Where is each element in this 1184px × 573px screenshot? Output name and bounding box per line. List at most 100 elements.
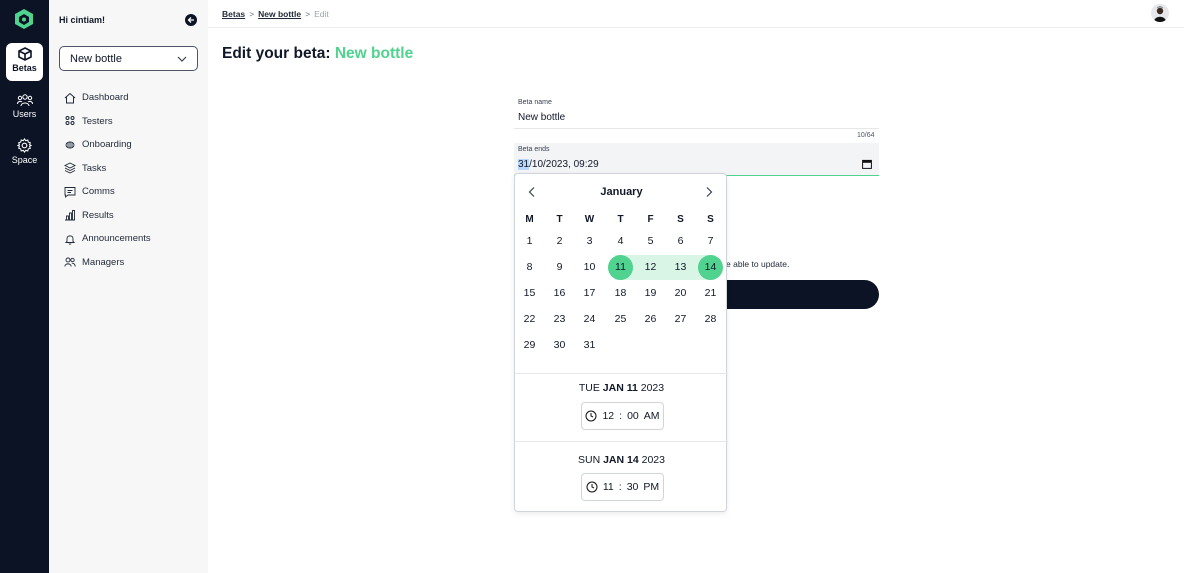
calendar-day[interactable]: 30	[547, 333, 572, 358]
sidebar-item-tasks[interactable]: Tasks	[64, 157, 204, 181]
calendar-day[interactable]: 7	[698, 229, 723, 254]
calendar-day[interactable]: 4	[608, 229, 633, 254]
calendar-day[interactable]: 6	[668, 229, 693, 254]
sidebar-item-label: Onboarding	[82, 139, 132, 151]
rail-item-label: Betas	[12, 63, 37, 73]
sidebar-item-announcements[interactable]: Announcements	[64, 227, 204, 251]
start-weekday: TUE	[578, 382, 600, 394]
calendar-day[interactable]: 31	[577, 333, 602, 358]
breadcrumb-new-bottle[interactable]: New bottle	[258, 9, 301, 19]
calendar-week-row: 8 9 10 11 12 13 14	[515, 255, 728, 281]
onboarding-icon	[65, 141, 75, 149]
end-weekday: SUN	[578, 454, 601, 466]
calendar-day[interactable]: 29	[517, 333, 542, 358]
app-rail: Betas Users Space	[0, 0, 49, 573]
calendar-day[interactable]: 22	[517, 307, 542, 332]
calendar-day[interactable]: 9	[547, 255, 572, 280]
calendar-day[interactable]: 16	[547, 281, 572, 306]
end-minute[interactable]: 30	[627, 481, 639, 493]
sidebar-item-testers[interactable]: Testers	[64, 110, 204, 134]
partial-helper-text: e able to update.	[726, 259, 790, 269]
end-hour[interactable]: 11	[603, 481, 614, 493]
calendar-week-row: 15 16 17 18 19 20 21	[515, 281, 728, 307]
breadcrumb: Betas > New bottle > Edit	[222, 9, 329, 19]
testers-icon	[65, 116, 75, 126]
page-title-prefix: Edit your beta:	[222, 45, 331, 62]
user-avatar[interactable]	[1151, 4, 1169, 22]
arrow-left-icon	[187, 17, 194, 23]
sidebar-item-label: Results	[82, 209, 114, 221]
start-time-input[interactable]: 12:00 AM	[581, 402, 664, 430]
calendar-day[interactable]: 19	[638, 281, 663, 306]
beta-ends-input[interactable]: 31/10/2023, 09:29	[518, 159, 599, 170]
sidebar-item-label: Managers	[82, 256, 125, 268]
calendar-day[interactable]: 18	[608, 281, 633, 306]
calendar-day[interactable]: 20	[668, 281, 693, 306]
sidebar-item-onboarding[interactable]: Onboarding	[64, 133, 204, 157]
sidebar-item-managers[interactable]: Managers	[64, 251, 204, 275]
time-colon: :	[618, 481, 622, 493]
sidebar-item-label: Dashboard	[82, 92, 129, 104]
calendar-day[interactable]: 3	[577, 229, 602, 254]
rail-item-space[interactable]: Space	[6, 134, 43, 172]
calendar-day[interactable]: 5	[638, 229, 663, 254]
clock-icon	[586, 481, 598, 493]
calendar-day[interactable]: 14	[698, 255, 723, 280]
start-ampm[interactable]: AM	[644, 410, 660, 422]
layers-icon	[64, 162, 76, 174]
beta-ends-day-segment[interactable]: 31	[518, 159, 530, 170]
sidebar: Hi cintiam! New bottle Dashboard Testers…	[49, 0, 208, 573]
sidebar-item-dashboard[interactable]: Dashboard	[64, 86, 204, 110]
calendar-day[interactable]: 25	[608, 307, 633, 332]
next-month-button[interactable]	[703, 186, 715, 198]
rail-item-users[interactable]: Users	[6, 89, 43, 127]
calendar-day[interactable]: 10	[577, 255, 602, 280]
calendar-day[interactable]: 17	[577, 281, 602, 306]
calendar-day[interactable]: 8	[517, 255, 542, 280]
breadcrumb-betas[interactable]: Betas	[222, 9, 245, 19]
breadcrumb-separator: >	[249, 9, 255, 19]
start-minute[interactable]: 00	[627, 410, 639, 422]
calendar-week-row: 22 23 24 25 26 27 28	[515, 307, 728, 333]
home-icon	[64, 92, 76, 104]
calendar-day[interactable]: 12	[638, 255, 663, 280]
calendar-day[interactable]: 28	[698, 307, 723, 332]
collapse-sidebar-button[interactable]	[185, 14, 197, 26]
calendar-day[interactable]: 24	[577, 307, 602, 332]
start-month-day: JAN 11	[602, 382, 638, 394]
end-ampm[interactable]: PM	[643, 481, 659, 493]
top-bar: Betas > New bottle > Edit	[208, 0, 1184, 28]
calendar-week-row: 29 30 31	[515, 333, 728, 359]
calendar-day[interactable]: 13	[668, 255, 693, 280]
beta-name-input[interactable]: New bottle	[518, 112, 565, 123]
calendar-day[interactable]: 2	[547, 229, 572, 254]
breadcrumb-separator: >	[305, 9, 311, 19]
calendar-day[interactable]: 21	[698, 281, 723, 306]
calendar-icon[interactable]	[862, 159, 872, 169]
calendar-day[interactable]: 1	[517, 229, 542, 254]
start-hour[interactable]: 12	[602, 410, 614, 422]
start-year: 2023	[640, 382, 665, 394]
rail-item-betas[interactable]: Betas	[6, 43, 43, 81]
beta-select[interactable]: New bottle	[59, 46, 198, 71]
sidebar-item-comms[interactable]: Comms	[64, 180, 204, 204]
calendar-day[interactable]: 11	[608, 255, 633, 280]
range-start-date: TUE JAN 11 2023	[515, 382, 728, 394]
calendar-day[interactable]: 15	[517, 281, 542, 306]
rail-item-label: Users	[12, 109, 37, 119]
beta-name-underline	[514, 128, 879, 129]
sidebar-item-label: Comms	[82, 186, 115, 198]
sidebar-item-label: Announcements	[82, 233, 151, 245]
calendar-day[interactable]: 26	[638, 307, 663, 332]
end-month-day: JAN 14	[603, 454, 639, 466]
calendar-day[interactable]: 23	[547, 307, 572, 332]
sidebar-item-results[interactable]: Results	[64, 204, 204, 228]
sidebar-nav: Dashboard Testers Onboarding Tasks Comms…	[64, 86, 204, 274]
sidebar-item-label: Tasks	[82, 162, 107, 174]
calendar-day[interactable]: 27	[668, 307, 693, 332]
month-label: January	[600, 186, 643, 198]
breadcrumb-current: Edit	[314, 9, 329, 19]
divider	[515, 373, 728, 374]
end-time-input[interactable]: 11:30 PM	[581, 473, 664, 501]
beta-ends-rest: /10/2023, 09:29	[529, 159, 599, 170]
